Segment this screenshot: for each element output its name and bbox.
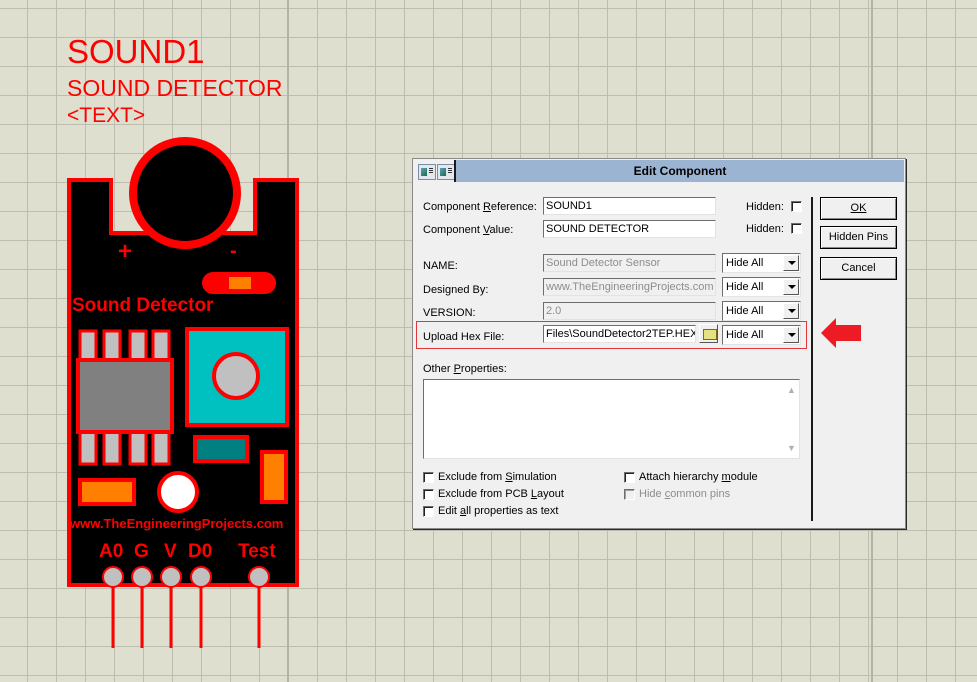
led-body (229, 277, 251, 289)
reference-hidden-checkbox[interactable] (791, 201, 802, 212)
cancel-button[interactable]: Cancel (820, 257, 897, 280)
component-value-label: Component Value: (423, 224, 514, 236)
upload-hex-visibility-select[interactable]: Hide All (722, 325, 801, 345)
folder-icon (703, 329, 717, 340)
power-led (157, 471, 199, 513)
titlebar-caption[interactable]: Edit Component (454, 160, 904, 182)
chevron-down-icon[interactable] (783, 279, 799, 295)
other-properties-textarea[interactable] (423, 379, 800, 459)
pin-label-test: Test (238, 541, 276, 562)
exclude-simulation-label[interactable]: Exclude from Simulation (438, 471, 557, 483)
potentiometer-knob (212, 352, 260, 400)
dialog-titlebar[interactable]: Edit Component (413, 159, 905, 183)
pin-label-a0: A0 (99, 541, 124, 562)
hidden-label: Hidden: (746, 201, 784, 213)
pin-label-d0: D0 (188, 541, 213, 562)
left-arrow-icon (821, 318, 861, 348)
upload-hex-input[interactable]: Files\SoundDetector2TEP.HEX (543, 325, 696, 343)
designed-by-label: Designed By: (423, 284, 489, 296)
upload-hex-label: Upload Hex File: (423, 331, 505, 343)
value-hidden-checkbox[interactable] (791, 223, 802, 234)
component-reference-input[interactable]: SOUND1 (543, 197, 716, 215)
microphone (129, 137, 241, 249)
board-website: www.TheEngineeringProjects.com (70, 516, 284, 531)
smd-orange-right (260, 450, 288, 504)
version-input[interactable]: 2.0 (543, 302, 716, 320)
pin-label-g: G (134, 541, 149, 562)
select-value: Hide All (726, 329, 764, 341)
edit-as-text-label[interactable]: Edit all properties as text (438, 505, 558, 517)
select-value: Hide All (726, 305, 764, 317)
scroll-up-icon[interactable]: ▲ (787, 385, 902, 395)
name-input[interactable]: Sound Detector Sensor (543, 254, 716, 272)
edit-as-text-checkbox[interactable] (423, 506, 434, 517)
ok-button-label: OK (850, 202, 867, 214)
select-value: Hide All (726, 257, 764, 269)
smd-teal (193, 435, 249, 463)
smd-orange-left (78, 478, 136, 506)
chevron-down-icon[interactable] (783, 255, 799, 271)
select-value: Hide All (726, 281, 764, 293)
window-icon[interactable] (418, 164, 436, 180)
dialog-title: Edit Component (633, 164, 727, 178)
component-reference-label: Component Reference: (423, 201, 537, 213)
plus-label: + (118, 238, 133, 265)
designed-by-visibility-select[interactable]: Hide All (722, 277, 801, 297)
scroll-down-icon[interactable]: ▼ (787, 443, 902, 453)
ic-body (76, 358, 174, 434)
exclude-simulation-checkbox[interactable] (423, 472, 434, 483)
browse-button[interactable] (699, 324, 718, 343)
hide-common-pins-label: Hide common pins (639, 488, 731, 500)
dialog-separator (811, 197, 813, 521)
attach-hierarchy-checkbox[interactable] (624, 472, 635, 483)
window-icon[interactable] (437, 164, 455, 180)
hidden-pins-button[interactable]: Hidden Pins (820, 226, 897, 249)
chevron-down-icon[interactable] (783, 303, 799, 319)
version-visibility-select[interactable]: Hide All (722, 301, 801, 321)
ok-button[interactable]: OK (820, 197, 897, 220)
version-label: VERSION: (423, 307, 476, 319)
exclude-pcb-label[interactable]: Exclude from PCB Layout (438, 488, 564, 500)
hide-common-pins-checkbox (624, 489, 635, 500)
component-value-input[interactable]: SOUND DETECTOR (543, 220, 716, 238)
name-visibility-select[interactable]: Hide All (722, 253, 801, 273)
pin-label-v: V (164, 541, 177, 562)
exclude-pcb-checkbox[interactable] (423, 489, 434, 500)
pin-leads (111, 578, 261, 648)
hidden-label: Hidden: (746, 223, 784, 235)
other-properties-label: Other Properties: (423, 363, 507, 375)
name-label: NAME: (423, 260, 458, 272)
chevron-down-icon[interactable] (783, 327, 799, 343)
designed-by-input[interactable]: www.TheEngineeringProjects.com (543, 278, 716, 296)
board-title: Sound Detector (72, 295, 214, 316)
attach-hierarchy-label[interactable]: Attach hierarchy module (639, 471, 758, 483)
minus-label: - (230, 240, 237, 262)
